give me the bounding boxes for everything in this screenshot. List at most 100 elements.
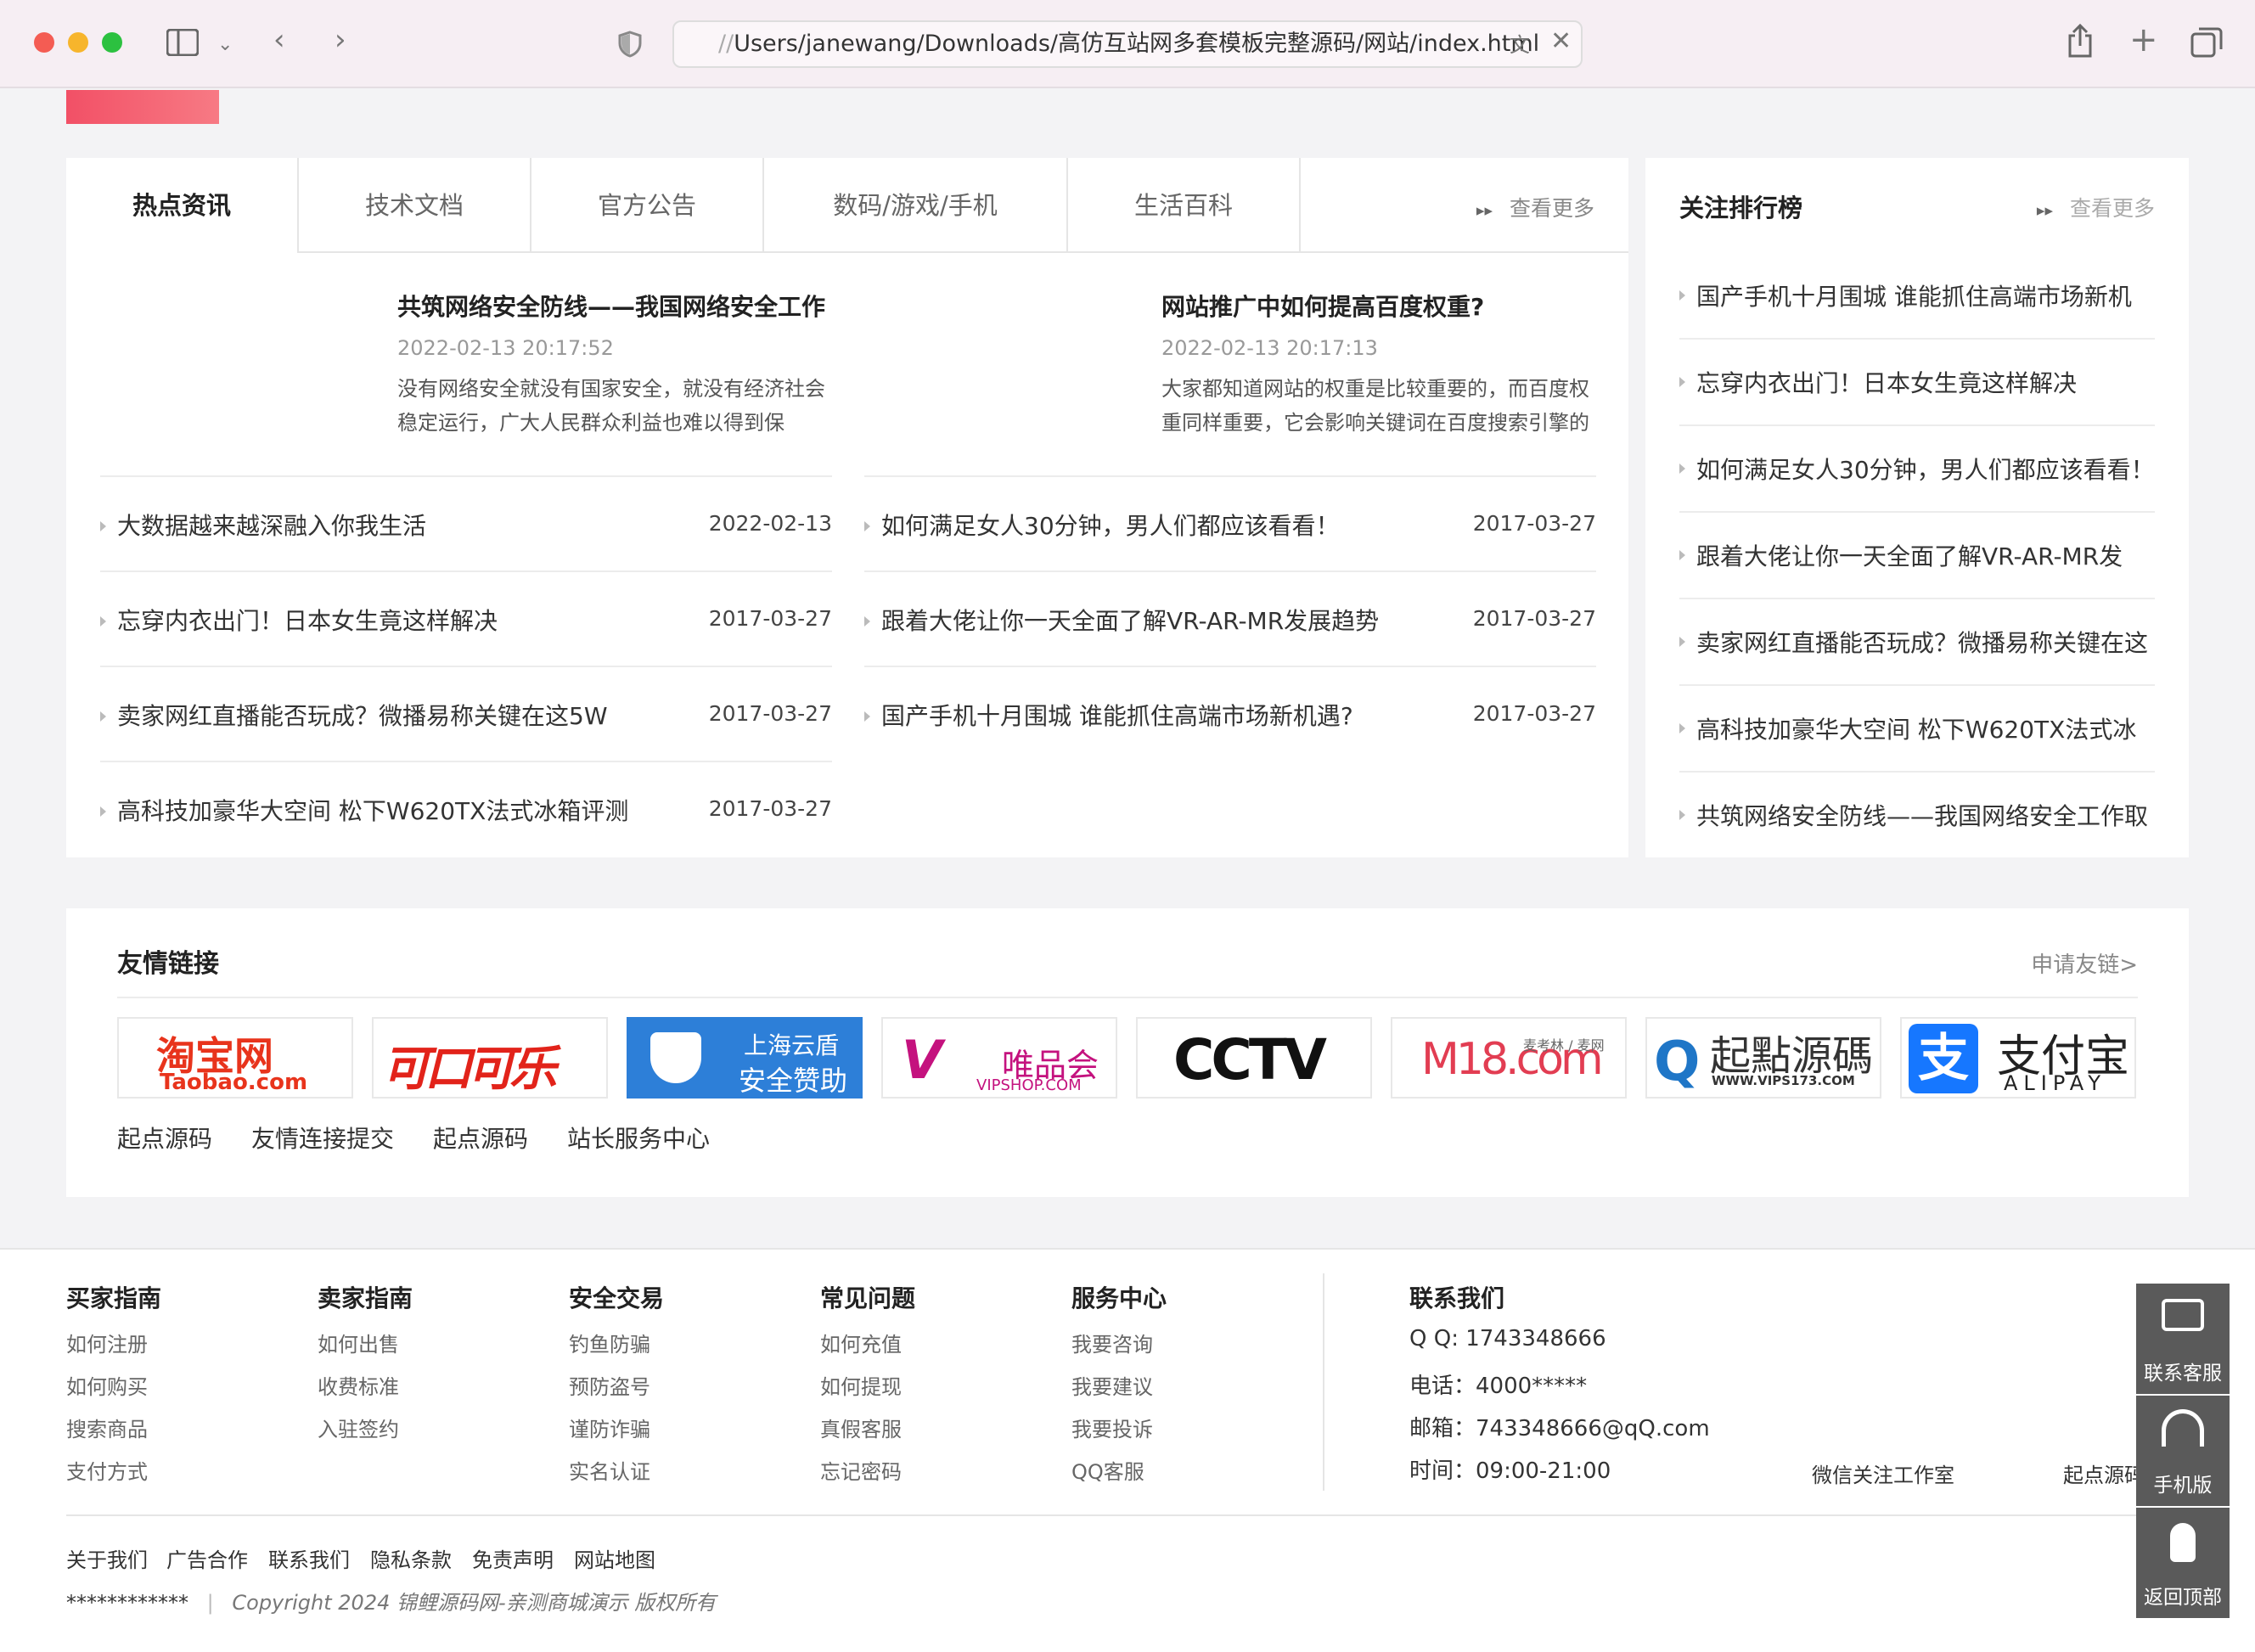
bottom-link[interactable]: 隐私条款 xyxy=(370,1543,452,1573)
footer-link[interactable]: QQ客服 xyxy=(1071,1455,1144,1485)
ranking-more-link[interactable]: ▸▸ 查看更多 xyxy=(2037,192,2155,222)
news-panel: 热点资讯 技术文档 官方公告 数码/游戏/手机 生活百科 ▸▸ 查看更多 共筑网络… xyxy=(66,158,1628,857)
shield-logo-icon xyxy=(650,1032,701,1083)
copyright-line: ************ | Copyright 2024 锦鲤源码网-亲测商城… xyxy=(66,1591,717,1615)
shield-icon[interactable] xyxy=(618,31,642,63)
triangle-bullet-icon xyxy=(100,806,106,817)
triangle-bullet-icon xyxy=(1679,637,1685,647)
footer-link[interactable]: 入驻签约 xyxy=(318,1413,399,1442)
back-to-top-button[interactable]: 返回顶部 xyxy=(2136,1508,2230,1618)
friend-text-link[interactable]: 友情连接提交 xyxy=(251,1121,394,1155)
friend-links-panel: 友情链接 申请友链> 淘宝网 Taobao.com 可口可乐 上海云盾 安全赞助… xyxy=(66,908,2189,1197)
footer-link[interactable]: 如何注册 xyxy=(66,1328,148,1357)
featured-date: 2022-02-13 20:17:52 xyxy=(397,336,614,360)
minimize-window-button[interactable] xyxy=(68,32,88,53)
footer-link[interactable]: 如何提现 xyxy=(820,1370,902,1400)
apply-link[interactable]: 申请友链> xyxy=(2031,947,2138,979)
bottom-link[interactable]: 免责声明 xyxy=(472,1543,554,1573)
logo-m18[interactable]: M18.com 麦考林 / 麦网 xyxy=(1391,1017,1627,1099)
maximize-window-button[interactable] xyxy=(102,32,122,53)
rocket-icon xyxy=(2170,1523,2196,1562)
footer-link[interactable]: 忘记密码 xyxy=(820,1455,902,1485)
tab-hot-news[interactable]: 热点资讯 xyxy=(66,158,299,253)
footer-link[interactable]: 搜索商品 xyxy=(66,1413,148,1442)
ranking-item[interactable]: 跟着大佬让你一天全面了解VR-AR-MR发 xyxy=(1679,513,2155,599)
forward-arrow-icon[interactable]: › xyxy=(335,25,346,54)
bottom-link[interactable]: 联系我们 xyxy=(268,1543,350,1573)
customer-service-button[interactable]: 联系客服 xyxy=(2136,1284,2230,1394)
qr-label-wechat: 微信关注工作室 xyxy=(1812,1464,1954,1487)
ranking-item[interactable]: 忘穿内衣出门！日本女生竟这样解决 xyxy=(1679,340,2155,426)
footer-link[interactable]: 如何购买 xyxy=(66,1370,148,1400)
logo-coca-cola[interactable]: 可口可乐 xyxy=(372,1017,608,1099)
bottom-link[interactable]: 广告合作 xyxy=(166,1543,248,1573)
ranking-panel: 关注排行榜 ▸▸ 查看更多 国产手机十月围城 谁能抓住高端市场新机 忘穿内衣出门！… xyxy=(1645,158,2189,857)
footer-link[interactable]: 我要咨询 xyxy=(1071,1328,1153,1357)
logo-taobao[interactable]: 淘宝网 Taobao.com xyxy=(117,1017,353,1099)
footer-col-title: 安全交易 xyxy=(569,1284,665,1312)
browser-toolbar: ⌄ ‹ › //Users/janewang/Downloads/高仿互站网多套… xyxy=(0,0,2255,88)
footer-link[interactable]: 我要投诉 xyxy=(1071,1413,1153,1442)
news-more-link[interactable]: ▸▸ 查看更多 xyxy=(1476,192,1594,222)
footer-link[interactable]: 预防盗号 xyxy=(569,1370,650,1400)
triangle-bullet-icon xyxy=(1679,290,1685,301)
double-arrow-icon: ▸▸ xyxy=(2036,201,2053,220)
close-window-button[interactable] xyxy=(34,32,54,53)
tab-life[interactable]: 生活百科 xyxy=(1068,158,1301,253)
ranking-item[interactable]: 高科技加豪华大空间 松下W620TX法式冰 xyxy=(1679,686,2155,773)
list-item[interactable]: 大数据越来越深融入你我生活 2022-02-13 xyxy=(100,475,832,570)
footer-col-title: 常见问题 xyxy=(820,1284,916,1312)
footer-link[interactable]: 收费标准 xyxy=(318,1370,399,1400)
logo-cctv[interactable]: CCTV xyxy=(1136,1017,1372,1099)
logo-alipay[interactable]: 支 支付宝 ALIPAY xyxy=(1900,1017,2136,1099)
contact-phone: 电话：4000***** xyxy=(1409,1374,1588,1399)
translate-icon[interactable]: 文 xyxy=(1510,31,1530,59)
double-arrow-icon: ▸▸ xyxy=(1476,201,1493,220)
list-item[interactable]: 卖家网红直播能否玩成？微播易称关键在这5W 2017-03-27 xyxy=(100,666,832,761)
clear-url-icon[interactable]: ✕ xyxy=(1550,27,1572,56)
friend-text-link[interactable]: 站长服务中心 xyxy=(567,1121,710,1155)
footer-link[interactable]: 谨防诈骗 xyxy=(569,1413,650,1442)
logo-yundun[interactable]: 上海云盾 安全赞助 xyxy=(627,1017,863,1099)
bottom-link[interactable]: 关于我们 xyxy=(66,1543,148,1573)
friend-text-link[interactable]: 起点源码 xyxy=(117,1121,212,1155)
ranking-item[interactable]: 如何满足女人30分钟，男人们都应该看看！ xyxy=(1679,426,2155,513)
featured-title[interactable]: 网站推广中如何提高百度权重? xyxy=(1161,289,1484,323)
tab-tech-docs[interactable]: 技术文档 xyxy=(299,158,531,253)
footer-link[interactable]: 如何充值 xyxy=(820,1328,902,1357)
footer-link[interactable]: 支付方式 xyxy=(66,1455,148,1485)
featured-title[interactable]: 共筑网络安全防线——我国网络安全工作 xyxy=(397,289,825,323)
tab-digital-games[interactable]: 数码/游戏/手机 xyxy=(764,158,1068,253)
share-icon[interactable] xyxy=(2067,23,2094,63)
chat-icon xyxy=(2162,1299,2204,1331)
bottom-link[interactable]: 网站地图 xyxy=(574,1543,655,1573)
footer-col-title: 服务中心 xyxy=(1071,1284,1167,1312)
footer-link[interactable]: 如何出售 xyxy=(318,1328,399,1357)
friend-text-link[interactable]: 起点源码 xyxy=(433,1121,528,1155)
footer-link[interactable]: 真假客服 xyxy=(820,1413,902,1442)
address-bar[interactable]: //Users/janewang/Downloads/高仿互站网多套模板完整源码… xyxy=(672,20,1583,68)
chevron-down-icon[interactable]: ⌄ xyxy=(217,31,233,59)
triangle-bullet-icon xyxy=(864,616,870,627)
list-item[interactable]: 国产手机十月围城 谁能抓住高端市场新机遇? 2017-03-27 xyxy=(864,666,1596,761)
list-item[interactable]: 跟着大佬让你一天全面了解VR-AR-MR发展趋势 2017-03-27 xyxy=(864,570,1596,666)
list-item[interactable]: 如何满足女人30分钟，男人们都应该看看！ 2017-03-27 xyxy=(864,475,1596,570)
tab-overview-icon[interactable] xyxy=(2190,27,2223,63)
back-arrow-icon[interactable]: ‹ xyxy=(273,25,285,54)
list-item[interactable]: 高科技加豪华大空间 松下W620TX法式冰箱评测 2017-03-27 xyxy=(100,761,832,856)
mobile-version-button[interactable]: 手机版 xyxy=(2136,1396,2230,1506)
logo-vipshop[interactable]: V 唯品会 VIPSHOP.COM xyxy=(881,1017,1117,1099)
footer-link[interactable]: 我要建议 xyxy=(1071,1370,1153,1400)
triangle-bullet-icon xyxy=(1679,377,1685,387)
footer-link[interactable]: 钓鱼防骗 xyxy=(569,1328,650,1357)
tab-announcements[interactable]: 官方公告 xyxy=(531,158,764,253)
headset-icon xyxy=(2162,1409,2204,1447)
ranking-item[interactable]: 国产手机十月围城 谁能抓住高端市场新机 xyxy=(1679,253,2155,340)
ranking-item[interactable]: 卖家网红直播能否玩成？微播易称关键在这 xyxy=(1679,599,2155,686)
footer-link[interactable]: 实名认证 xyxy=(569,1455,650,1485)
logo-qidian[interactable]: Q 起點源碼 WWW.VIPS173.COM xyxy=(1645,1017,1881,1099)
ranking-item[interactable]: 共筑网络安全防线——我国网络安全工作取 xyxy=(1679,773,2155,859)
sidebar-toggle-icon[interactable] xyxy=(166,28,200,61)
list-item[interactable]: 忘穿内衣出门！日本女生竟这样解决 2017-03-27 xyxy=(100,570,832,666)
new-tab-icon[interactable]: + xyxy=(2129,23,2158,57)
